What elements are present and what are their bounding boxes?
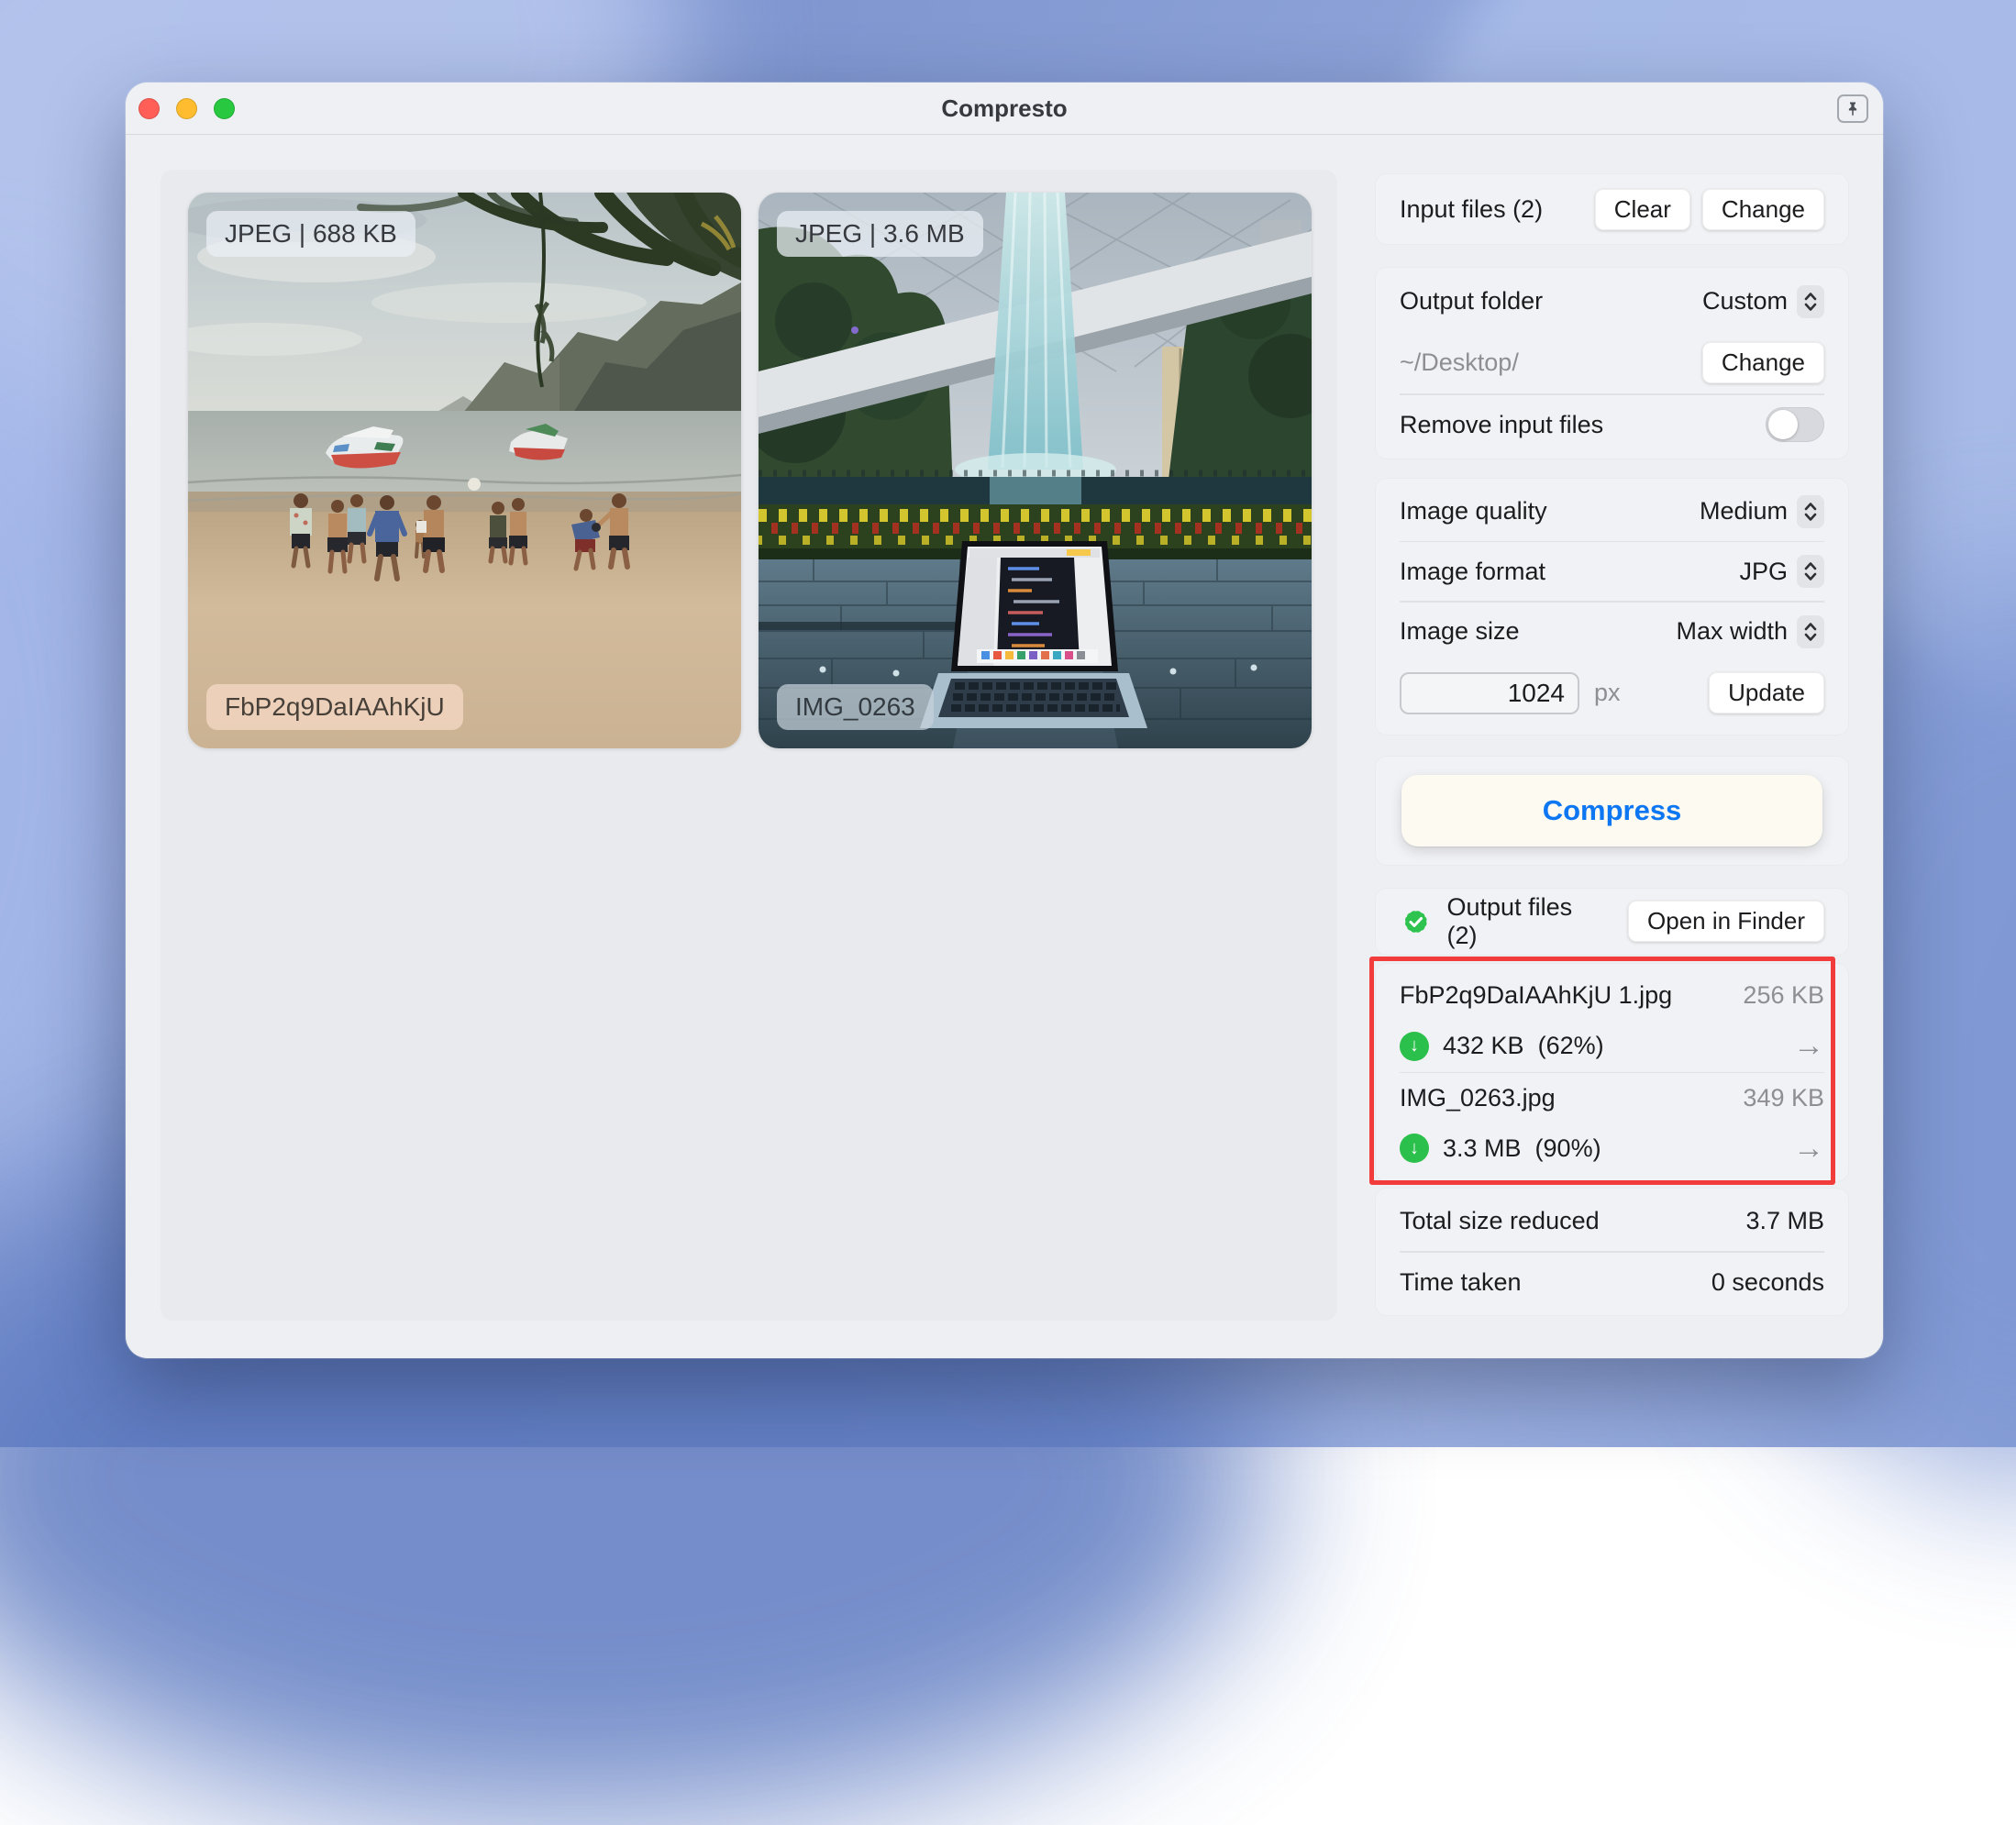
- output-files-header-card: Output files (2) Open in Finder: [1376, 889, 1848, 955]
- output-file-list-card: FbP2q9DaIAAhKjU 1.jpg 256 KB ↓ 432 KB (6…: [1376, 964, 1848, 1182]
- output-folder-mode-stepper[interactable]: Custom: [1702, 285, 1824, 318]
- app-window: Compresto: [126, 83, 1883, 1358]
- image-quality-stepper[interactable]: Medium: [1700, 495, 1824, 528]
- download-arrow-icon: ↓: [1400, 1032, 1429, 1061]
- remove-input-files-toggle[interactable]: [1766, 407, 1824, 442]
- reveal-file-arrow-icon[interactable]: →: [1793, 1028, 1824, 1064]
- reduced-amount: 3.3 MB: [1443, 1134, 1522, 1163]
- clear-button[interactable]: Clear: [1595, 189, 1690, 230]
- image-quality-label: Image quality: [1400, 497, 1547, 525]
- image-quality-value: Medium: [1700, 497, 1788, 525]
- max-width-input[interactable]: 1024: [1400, 672, 1579, 714]
- output-file-reduction-row: ↓ 432 KB (62%) →: [1400, 1021, 1824, 1072]
- pin-icon: [1844, 101, 1861, 117]
- image-size-mode-value: Max width: [1676, 617, 1788, 646]
- reduced-percent: (90%): [1535, 1134, 1601, 1163]
- reduced-amount: 432 KB: [1443, 1032, 1524, 1060]
- output-file-name: IMG_0263.jpg: [1400, 1084, 1556, 1112]
- window-content: JPEG | 688 KB FbP2q9DaIAAhKjU: [126, 135, 1883, 1358]
- output-files-label: Output files (2): [1447, 893, 1600, 950]
- output-file-row[interactable]: IMG_0263.jpg 349 KB: [1400, 1073, 1824, 1123]
- settings-panel: Input files (2) Clear Change Output fold…: [1376, 174, 1848, 1315]
- output-file-size: 349 KB: [1743, 1084, 1824, 1112]
- thumbnail-beach-photo[interactable]: JPEG | 688 KB FbP2q9DaIAAhKjU: [188, 193, 741, 748]
- window-title: Compresto: [126, 83, 1883, 135]
- output-folder-card: Output folder Custom ~/Desktop/ Change: [1376, 268, 1848, 459]
- reveal-file-arrow-icon[interactable]: →: [1793, 1131, 1824, 1167]
- output-file-row[interactable]: FbP2q9DaIAAhKjU 1.jpg 256 KB: [1400, 971, 1824, 1021]
- total-size-reduced-value: 3.7 MB: [1745, 1207, 1824, 1235]
- time-taken-label: Time taken: [1400, 1268, 1522, 1297]
- beach-photo-art: [188, 193, 741, 748]
- total-size-reduced-label: Total size reduced: [1400, 1207, 1600, 1235]
- image-size-label: Image size: [1400, 617, 1520, 646]
- image-gallery: JPEG | 688 KB FbP2q9DaIAAhKjU: [161, 170, 1337, 1321]
- change-folder-button[interactable]: Change: [1702, 342, 1824, 383]
- change-input-button[interactable]: Change: [1702, 189, 1824, 230]
- compress-card: Compress: [1376, 757, 1848, 865]
- image-name-badge: FbP2q9DaIAAhKjU: [206, 684, 463, 730]
- input-files-label: Input files (2): [1400, 195, 1543, 224]
- titlebar: Compresto: [126, 83, 1883, 135]
- image-name-badge: IMG_0263: [777, 684, 934, 730]
- chevron-up-down-icon: [1797, 285, 1824, 318]
- output-file-name: FbP2q9DaIAAhKjU 1.jpg: [1400, 981, 1672, 1010]
- image-size-mode-stepper[interactable]: Max width: [1676, 615, 1824, 648]
- checkmark-seal-icon: [1400, 904, 1433, 939]
- px-unit-label: px: [1594, 679, 1621, 707]
- remove-input-files-label: Remove input files: [1400, 411, 1603, 439]
- image-format-badge: JPEG | 3.6 MB: [777, 211, 983, 257]
- toggle-knob: [1768, 410, 1798, 439]
- compress-button[interactable]: Compress: [1401, 775, 1822, 846]
- chevron-up-down-icon: [1797, 555, 1824, 588]
- compression-settings-card: Image quality Medium Image format: [1376, 479, 1848, 735]
- open-in-finder-button[interactable]: Open in Finder: [1628, 901, 1824, 942]
- chevron-up-down-icon: [1797, 615, 1824, 648]
- fountain-photo-art: [759, 193, 1312, 748]
- output-folder-mode-value: Custom: [1702, 287, 1788, 315]
- reduced-percent: (62%): [1538, 1032, 1604, 1060]
- image-format-label: Image format: [1400, 558, 1545, 586]
- output-file-size: 256 KB: [1743, 981, 1824, 1010]
- output-file-reduction-row: ↓ 3.3 MB (90%) →: [1400, 1123, 1824, 1174]
- chevron-up-down-icon: [1797, 495, 1824, 528]
- image-format-stepper[interactable]: JPG: [1739, 555, 1824, 588]
- pin-button[interactable]: [1837, 94, 1868, 123]
- image-format-badge: JPEG | 688 KB: [206, 211, 415, 257]
- output-folder-label: Output folder: [1400, 287, 1543, 315]
- input-files-card: Input files (2) Clear Change: [1376, 174, 1848, 244]
- desktop-wallpaper: Compresto: [0, 0, 2016, 1447]
- image-format-value: JPG: [1739, 558, 1788, 586]
- totals-card: Total size reduced 3.7 MB Time taken 0 s…: [1376, 1189, 1848, 1315]
- time-taken-value: 0 seconds: [1711, 1268, 1824, 1297]
- output-file-list-wrapper: FbP2q9DaIAAhKjU 1.jpg 256 KB ↓ 432 KB (6…: [1376, 964, 1848, 1189]
- thumbnail-fountain-photo[interactable]: JPEG | 3.6 MB IMG_0263: [759, 193, 1312, 748]
- output-folder-path: ~/Desktop/: [1400, 348, 1519, 377]
- download-arrow-icon: ↓: [1400, 1134, 1429, 1163]
- update-button[interactable]: Update: [1709, 672, 1824, 713]
